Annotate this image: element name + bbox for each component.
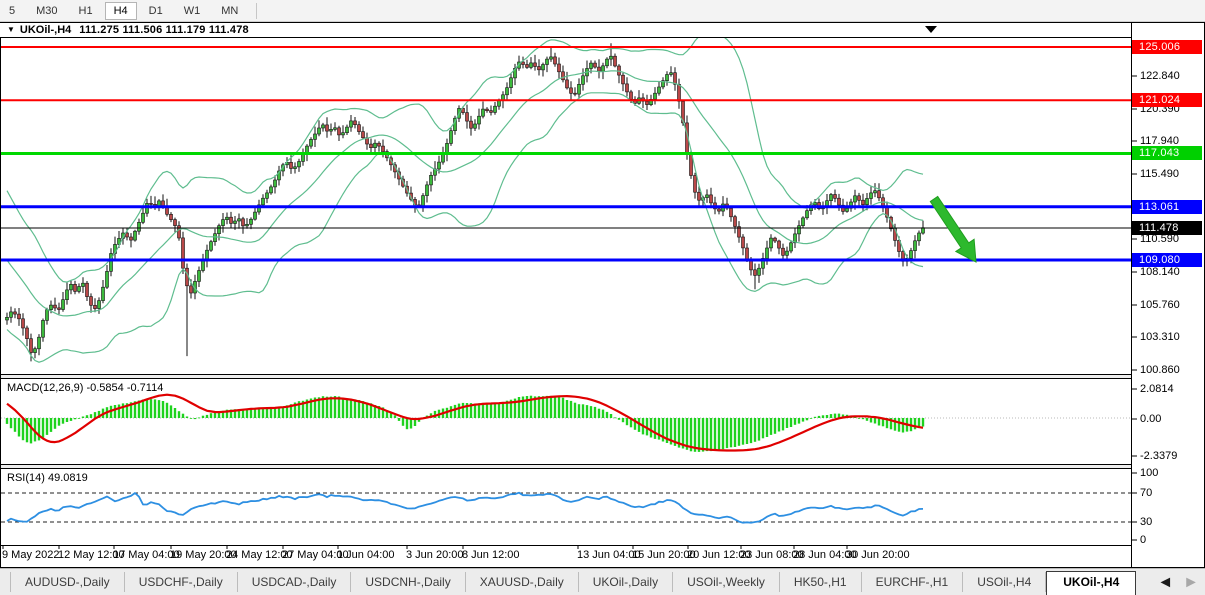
rsi-axis-tick: 70 (1140, 487, 1152, 499)
chart-window (0, 22, 1205, 568)
chart-ohlc-values: 111.275 111.506 111.179 111.478 (79, 24, 249, 36)
trading-terminal-screen: 5M30H1H4D1W1MN ▼ UKOil-,H4 111.275 111.5… (0, 0, 1205, 595)
timeframe-button-d1[interactable]: D1 (140, 2, 172, 20)
price-level-badge: 121.024 (1132, 93, 1202, 107)
rsi-axis-tick: 30 (1140, 516, 1152, 528)
price-level-badge: 125.006 (1132, 40, 1202, 54)
price-level-badge: 109.080 (1132, 253, 1202, 267)
chart-tab-bar: AUDUSD-,DailyUSDCHF-,DailyUSDCAD-,DailyU… (0, 568, 1205, 595)
price-level-badge: 113.061 (1132, 200, 1202, 214)
toolbar-separator (256, 3, 257, 19)
price-level-badge: 117.043 (1132, 146, 1202, 160)
time-axis-label: 3 Jun 20:00 (406, 549, 464, 561)
timeframe-toolbar: 5M30H1H4D1W1MN (0, 0, 1205, 22)
price-axis-tick: 122.840 (1140, 70, 1180, 82)
time-axis-label: 1 Jun 04:00 (337, 549, 395, 561)
chart-header: ▼ UKOil-,H4 111.275 111.506 111.179 111.… (0, 23, 1130, 37)
chart-tab-ukoil-daily[interactable]: UKOil-,Daily (579, 572, 673, 592)
macd-indicator-label: MACD(12,26,9) -0.5854 -0.7114 (7, 382, 163, 394)
timeframe-button-h4[interactable]: H4 (105, 2, 137, 20)
timeframe-button-h1[interactable]: H1 (70, 2, 102, 20)
rsi-indicator-label: RSI(14) 49.0819 (7, 472, 88, 484)
chart-tab-usdcnh-daily[interactable]: USDCNH-,Daily (351, 572, 465, 592)
rsi-top-border (1, 468, 1131, 469)
price-axis-tick: 105.760 (1140, 299, 1180, 311)
chart-tab-eurchf-h1[interactable]: EURCHF-,H1 (862, 572, 964, 592)
timeframe-button-w1[interactable]: W1 (175, 2, 210, 20)
chart-tab-xauusd-daily[interactable]: XAUUSD-,Daily (466, 572, 579, 592)
chart-tab-usdchf-daily[interactable]: USDCHF-,Daily (125, 572, 238, 592)
timeframe-button-5[interactable]: 5 (0, 2, 24, 20)
time-axis-label: 9 May 2022 (2, 549, 59, 561)
chart-tab-usoil-weekly[interactable]: USOil-,Weekly (673, 572, 780, 592)
rsi-bottom-border (1, 545, 1131, 546)
price-axis-tick: 103.310 (1140, 331, 1180, 343)
price-axis-tick: 100.860 (1140, 364, 1180, 376)
macd-axis-tick: 2.0814 (1140, 383, 1174, 395)
chart-tab-usoil-h4[interactable]: USOil-,H4 (963, 572, 1046, 592)
macd-axis-tick: 0.00 (1140, 413, 1161, 425)
rsi-axis-tick: 0 (1140, 534, 1146, 546)
chart-tab-usdcad-daily[interactable]: USDCAD-,Daily (238, 572, 352, 592)
chart-tab-ukoil-h4[interactable]: UKOil-,H4 (1046, 571, 1136, 595)
tab-scroll-right-icon[interactable]: ► (1183, 574, 1199, 592)
macd-axis-tick: -2.3379 (1140, 450, 1177, 462)
rsi-axis-tick: 100 (1140, 467, 1158, 479)
time-axis-label: 8 Jun 12:00 (462, 549, 520, 561)
tab-scroll-left-icon[interactable]: ◄ (1157, 574, 1173, 592)
price-axis-tick: 108.140 (1140, 266, 1180, 278)
price-axis-tick: 115.490 (1140, 168, 1179, 180)
price-level-badge: 111.478 (1132, 221, 1202, 235)
timeframe-button-m30[interactable]: M30 (27, 2, 66, 20)
main-panel-top-border (1, 37, 1131, 38)
tab-scroll-nav: ◄► (1157, 574, 1199, 592)
timeframe-button-mn[interactable]: MN (212, 2, 247, 20)
chart-symbol-label: UKOil-,H4 (20, 24, 71, 36)
chart-tab-hk50-h1[interactable]: HK50-,H1 (780, 572, 862, 592)
symbol-dropdown-icon[interactable]: ▼ (7, 25, 15, 34)
time-axis-label: 30 Jun 20:00 (846, 549, 910, 561)
chart-tab-audusd-daily[interactable]: AUDUSD-,Daily (10, 572, 125, 592)
macd-top-border (1, 378, 1131, 379)
